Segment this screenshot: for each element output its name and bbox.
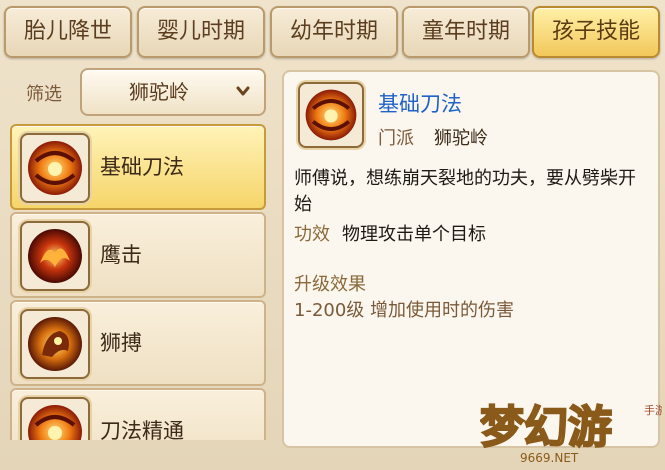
skill-item[interactable]: 鹰击 <box>10 212 266 298</box>
sect-filter-dropdown[interactable]: 狮驼岭 <box>80 68 266 116</box>
effect-value: 物理攻击单个目标 <box>342 224 486 245</box>
sect-value: 狮驼岭 <box>434 128 488 149</box>
skill-item[interactable]: 基础刀法 <box>10 124 266 210</box>
skill-name: 刀法精通 <box>100 419 184 440</box>
fire-claw-skill-icon <box>20 397 90 440</box>
tab-early-childhood[interactable]: 幼年时期 <box>270 6 398 58</box>
skill-title: 基础刀法 <box>378 92 462 116</box>
chevron-down-icon <box>236 86 250 96</box>
skills-window: 胎儿降世 婴儿时期 幼年时期 童年时期 孩子技能 筛选 狮驼岭 基础刀法 鹰击 … <box>0 0 665 470</box>
skill-name: 鹰击 <box>100 243 142 267</box>
upgrade-value: 1-200级 增加使用时的伤害 <box>294 300 515 321</box>
fire-claw-skill-icon <box>298 82 364 148</box>
lion-fire-skill-icon <box>20 309 90 379</box>
tab-fetal[interactable]: 胎儿降世 <box>4 6 132 58</box>
eagle-fire-skill-icon <box>20 221 90 291</box>
filter-label: 筛选 <box>26 84 62 105</box>
skill-name: 基础刀法 <box>100 155 184 179</box>
upgrade-label: 升级效果 <box>294 274 366 295</box>
tab-infancy[interactable]: 婴儿时期 <box>137 6 265 58</box>
tab-childhood[interactable]: 童年时期 <box>402 6 530 58</box>
skill-name: 狮搏 <box>100 331 142 355</box>
tab-bar: 胎儿降世 婴儿时期 幼年时期 童年时期 孩子技能 <box>4 6 662 60</box>
tab-child-skills[interactable]: 孩子技能 <box>532 6 660 58</box>
skill-item[interactable]: 狮搏 <box>10 300 266 386</box>
skill-item[interactable]: 刀法精通 <box>10 388 266 440</box>
watermark-site-text: 9669.NET <box>520 451 579 465</box>
watermark-logo-text: 梦幻游 <box>480 402 612 453</box>
skill-description: 师傅说，想练崩天裂地的功夫，要从劈柴开始 <box>294 168 636 215</box>
sect-label: 门派 <box>378 128 414 149</box>
skill-list[interactable]: 基础刀法 鹰击 狮搏 刀法精通 <box>8 122 266 440</box>
watermark-side-text: 手游 <box>644 403 662 417</box>
sect-filter-value: 狮驼岭 <box>129 80 189 104</box>
site-watermark-logo: 梦幻游 手游 9669.NET <box>480 401 662 465</box>
fire-claw-skill-icon <box>20 133 90 203</box>
effect-label: 功效 <box>294 224 330 245</box>
